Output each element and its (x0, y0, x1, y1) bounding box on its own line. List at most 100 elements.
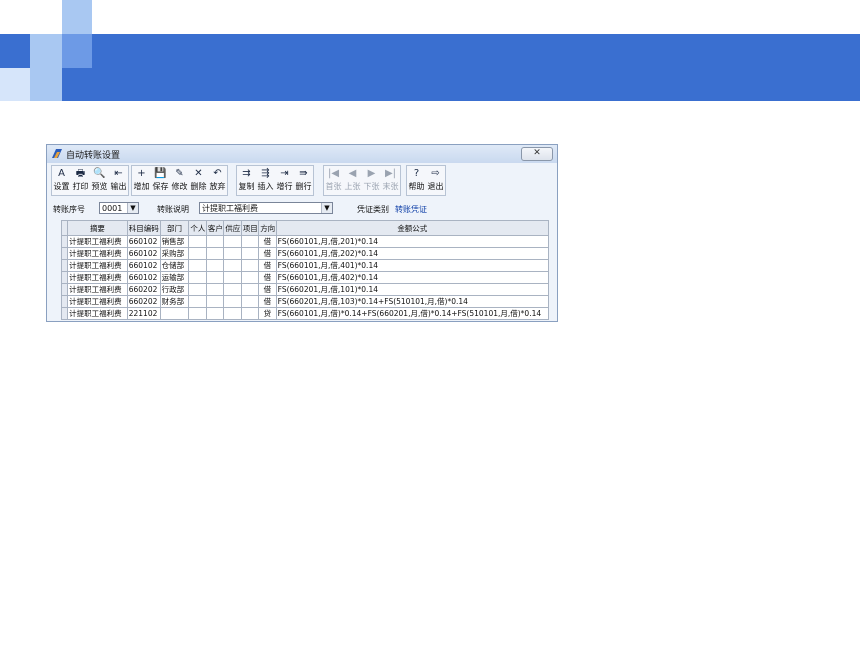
table-cell[interactable]: 借 (258, 283, 277, 296)
table-cell[interactable]: 计提职工福利费 (67, 247, 128, 260)
table-row[interactable]: 计提职工福利费 221102 贷 FS(660101,月,借)*0.14+FS(660… (60, 307, 550, 320)
seq-select[interactable]: 0001 ▼ (99, 202, 139, 214)
table-cell[interactable]: 221102 (126, 307, 161, 320)
column-header[interactable]: 科目编码 (126, 220, 161, 236)
table-cell[interactable]: FS(660101,月,借,401)*0.14 (275, 259, 550, 272)
table-cell[interactable]: 行政部 (159, 283, 190, 296)
table-cell[interactable]: 660102 (126, 235, 161, 248)
table-cell[interactable]: 运输部 (159, 271, 190, 284)
column-header[interactable]: 部门 (159, 220, 190, 236)
toolbar-button[interactable]: |◀ 首张 (324, 166, 343, 195)
table-row[interactable]: 计提职工福利费 660102 仓储部 借 FS(660101,月,借,401)*0.14 (60, 259, 550, 272)
table-cell[interactable] (223, 259, 242, 272)
toolbar-button[interactable]: 💾 保存 (151, 166, 170, 195)
table-cell[interactable]: 计提职工福利费 (67, 235, 128, 248)
table-cell[interactable]: 计提职工福利费 (67, 259, 128, 272)
table-cell[interactable] (188, 235, 207, 248)
table-cell[interactable] (240, 259, 260, 272)
toolbar-button[interactable]: 🔍 预览 (90, 166, 109, 195)
table-cell[interactable] (223, 235, 242, 248)
close-button[interactable]: ✕ (521, 147, 553, 161)
table-cell[interactable]: 计提职工福利费 (67, 295, 128, 308)
desc-select[interactable]: 计提职工福利费 ▼ (199, 202, 333, 214)
column-header[interactable]: 方向 (258, 220, 277, 236)
table-row[interactable]: 计提职工福利费 660202 行政部 借 FS(660201,月,借,101)*0.14 (60, 283, 550, 296)
table-cell[interactable]: 借 (258, 271, 277, 284)
toolbar-button[interactable]: ? 帮助 (407, 166, 426, 195)
table-cell[interactable]: 贷 (258, 307, 277, 320)
table-cell[interactable] (159, 307, 190, 320)
table-cell[interactable]: 财务部 (159, 295, 190, 308)
table-cell[interactable]: FS(660101,月,借,202)*0.14 (275, 247, 550, 260)
toolbar-button[interactable]: ✎ 修改 (170, 166, 189, 195)
toolbar-button[interactable]: ⇉ 复制 (237, 166, 256, 195)
table-cell[interactable]: 660202 (126, 295, 161, 308)
table-cell[interactable] (240, 235, 260, 248)
table-cell[interactable] (223, 295, 242, 308)
table-cell[interactable]: 计提职工福利费 (67, 271, 128, 284)
table-cell[interactable] (223, 283, 242, 296)
table-cell[interactable]: FS(660201,月,借,103)*0.14+FS(510101,月,借)*0… (275, 295, 550, 308)
table-cell[interactable]: FS(660101,月,借,201)*0.14 (275, 235, 550, 248)
column-header[interactable]: 项目 (240, 220, 260, 236)
table-cell[interactable]: 销售部 (159, 235, 190, 248)
column-header[interactable]: 个人 (188, 220, 207, 236)
table-cell[interactable]: 计提职工福利费 (67, 307, 128, 320)
table-row[interactable]: 计提职工福利费 660102 销售部 借 FS(660101,月,借,201)*0.14 (60, 235, 550, 248)
table-cell[interactable]: 借 (258, 259, 277, 272)
table-cell[interactable]: FS(660101,月,借)*0.14+FS(660201,月,借)*0.14+… (275, 307, 550, 320)
table-cell[interactable]: 660102 (126, 247, 161, 260)
table-cell[interactable] (205, 283, 225, 296)
toolbar-button[interactable]: ◀ 上张 (343, 166, 362, 195)
table-cell[interactable]: 借 (258, 235, 277, 248)
chevron-down-icon[interactable]: ▼ (321, 203, 332, 213)
table-cell[interactable] (205, 235, 225, 248)
table-cell[interactable] (205, 271, 225, 284)
table-cell[interactable]: 660202 (126, 283, 161, 296)
table-cell[interactable] (223, 271, 242, 284)
table-cell[interactable] (205, 307, 225, 320)
table-row[interactable]: 计提职工福利费 660102 采购部 借 FS(660101,月,借,202)*0.14 (60, 247, 550, 260)
toolbar-button[interactable]: ▶| 末张 (381, 166, 400, 195)
toolbar-button[interactable]: ⇥ 增行 (275, 166, 294, 195)
column-header[interactable]: 供应商 (223, 220, 242, 236)
table-cell[interactable]: FS(660201,月,借,101)*0.14 (275, 283, 550, 296)
table-cell[interactable] (205, 247, 225, 260)
column-header[interactable]: 客户 (205, 220, 225, 236)
toolbar-button[interactable]: ▶ 下张 (362, 166, 381, 195)
toolbar-button[interactable]: ↶ 放弃 (208, 166, 227, 195)
table-cell[interactable] (188, 295, 207, 308)
table-cell[interactable]: 660102 (126, 259, 161, 272)
toolbar-button[interactable]: ⇶ 插入 (256, 166, 275, 195)
toolbar-button[interactable]: A 设置 (52, 166, 71, 195)
table-cell[interactable] (205, 295, 225, 308)
toolbar-button[interactable]: ⇨ 退出 (426, 166, 445, 195)
table-cell[interactable]: 采购部 (159, 247, 190, 260)
toolbar-button[interactable]: ⇛ 删行 (294, 166, 313, 195)
table-cell[interactable] (188, 307, 207, 320)
table-row[interactable]: 计提职工福利费 660102 运输部 借 FS(660101,月,借,402)*0.14 (60, 271, 550, 284)
table-cell[interactable] (188, 271, 207, 284)
table-row[interactable]: 计提职工福利费 660202 财务部 借 FS(660201,月,借,103)*0.14… (60, 295, 550, 308)
table-cell[interactable] (240, 247, 260, 260)
table-cell[interactable] (240, 295, 260, 308)
table-cell[interactable] (223, 247, 242, 260)
table-cell[interactable]: 仓储部 (159, 259, 190, 272)
column-header[interactable]: 摘要 (67, 220, 128, 236)
table-cell[interactable] (188, 283, 207, 296)
table-cell[interactable] (223, 307, 242, 320)
table-cell[interactable]: 计提职工福利费 (67, 283, 128, 296)
toolbar-button[interactable]: ⇤ 输出 (109, 166, 128, 195)
table-cell[interactable]: 借 (258, 247, 277, 260)
table-cell[interactable] (205, 259, 225, 272)
table-cell[interactable] (188, 247, 207, 260)
toolbar-button[interactable]: + 增加 (132, 166, 151, 195)
table-cell[interactable]: 660102 (126, 271, 161, 284)
table-cell[interactable] (240, 283, 260, 296)
table-cell[interactable] (240, 307, 260, 320)
toolbar-button[interactable]: 🖶 打印 (71, 166, 90, 195)
chevron-down-icon[interactable]: ▼ (127, 203, 138, 213)
table-cell[interactable] (188, 259, 207, 272)
table-cell[interactable]: 借 (258, 295, 277, 308)
table-cell[interactable] (240, 271, 260, 284)
